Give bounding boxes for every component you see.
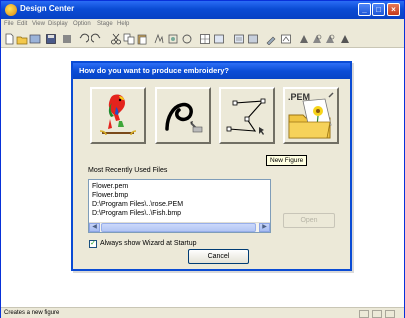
dialog-titlebar[interactable]: How do you want to produce embroidery? — [73, 63, 350, 79]
menu-option[interactable]: Option — [73, 21, 91, 27]
maximize-button[interactable]: □ — [372, 3, 385, 16]
menu-edit[interactable]: Edit — [17, 21, 27, 27]
horizontal-scrollbar[interactable]: ◀ ▶ — [89, 222, 270, 232]
stage-icon[interactable] — [153, 33, 165, 45]
zoom-icon[interactable] — [324, 33, 336, 45]
status-bar: Creates a new figure — [1, 307, 404, 318]
tooltip: New Figure — [266, 155, 308, 166]
wizard-dialog: How do you want to produce embroidery? .… — [71, 61, 352, 271]
dialog-title: How do you want to produce embroidery? — [79, 66, 230, 75]
new-figure-icon — [226, 98, 266, 135]
scroll-right-icon[interactable]: ▶ — [259, 223, 270, 232]
mru-file-list[interactable]: Flower.pem Flower.bmp D:\Program Files\.… — [88, 179, 271, 233]
tool-icon[interactable] — [280, 33, 292, 45]
parrot-icon — [99, 94, 137, 136]
paste-icon[interactable] — [136, 33, 148, 45]
menu-display[interactable]: Display — [48, 21, 68, 27]
list-item[interactable]: D:\Program Files\..\rose.PEM — [92, 201, 183, 208]
open-button[interactable]: Open — [283, 213, 335, 228]
scroll-thumb[interactable] — [101, 223, 256, 232]
rotate-icon[interactable] — [181, 33, 193, 45]
menu-stage[interactable]: Stage — [97, 21, 113, 27]
new-file-icon[interactable] — [3, 33, 15, 45]
zoom-icon[interactable] — [339, 33, 351, 45]
status-text: Creates a new figure — [4, 310, 60, 316]
redo-icon[interactable] — [90, 33, 103, 45]
view-icon[interactable] — [233, 33, 245, 45]
status-panel — [372, 310, 382, 318]
pem-folder-icon: .PEM — [288, 92, 334, 139]
window-titlebar[interactable]: Design Center _ □ × — [1, 1, 404, 19]
save-icon[interactable] — [45, 33, 57, 45]
status-panel — [385, 310, 395, 318]
toolbar — [1, 31, 404, 48]
image-icon[interactable] — [167, 33, 179, 45]
copy-icon[interactable] — [123, 33, 135, 45]
cut-icon[interactable] — [110, 33, 122, 45]
menu-bar: File Edit View Display Option Stage Help — [1, 19, 404, 31]
new-figure-option[interactable] — [219, 87, 275, 144]
manual-punch-option[interactable] — [155, 87, 211, 144]
status-panel — [359, 310, 369, 318]
stitch-curve-icon — [165, 102, 203, 133]
mru-label: Most Recently Used Files — [88, 167, 168, 174]
menu-help[interactable]: Help — [117, 21, 129, 27]
close-button[interactable]: × — [387, 3, 400, 16]
zoom-icon[interactable] — [298, 33, 310, 45]
open-pem-option[interactable]: .PEM — [283, 87, 339, 144]
menu-file[interactable]: File — [4, 21, 14, 27]
stop-icon[interactable] — [61, 33, 73, 45]
app-window: Design Center _ □ × File Edit View Displ… — [0, 0, 405, 318]
menu-view[interactable]: View — [32, 21, 45, 27]
image-to-stitch-option[interactable] — [90, 87, 146, 144]
list-item[interactable]: D:\Program Files\..\Fish.bmp — [92, 210, 181, 217]
open-folder-icon[interactable] — [16, 33, 28, 45]
grid-icon[interactable] — [199, 33, 211, 45]
list-item[interactable]: Flower.pem — [92, 183, 128, 190]
zoom-icon[interactable] — [311, 33, 323, 45]
window-title: Design Center — [20, 4, 75, 13]
startup-wizard-checkbox[interactable]: ✓ — [89, 240, 97, 248]
view-icon[interactable] — [213, 33, 225, 45]
import-icon[interactable] — [29, 33, 41, 45]
cancel-button[interactable]: Cancel — [188, 249, 249, 264]
list-item[interactable]: Flower.bmp — [92, 192, 128, 199]
minimize-button[interactable]: _ — [358, 3, 371, 16]
scroll-left-icon[interactable]: ◀ — [89, 223, 100, 232]
tool-icon[interactable] — [265, 33, 277, 46]
undo-icon[interactable] — [77, 33, 90, 45]
checkbox-label: Always show Wizard at Startup — [100, 240, 197, 247]
app-icon — [5, 4, 17, 16]
view-icon[interactable] — [247, 33, 259, 45]
